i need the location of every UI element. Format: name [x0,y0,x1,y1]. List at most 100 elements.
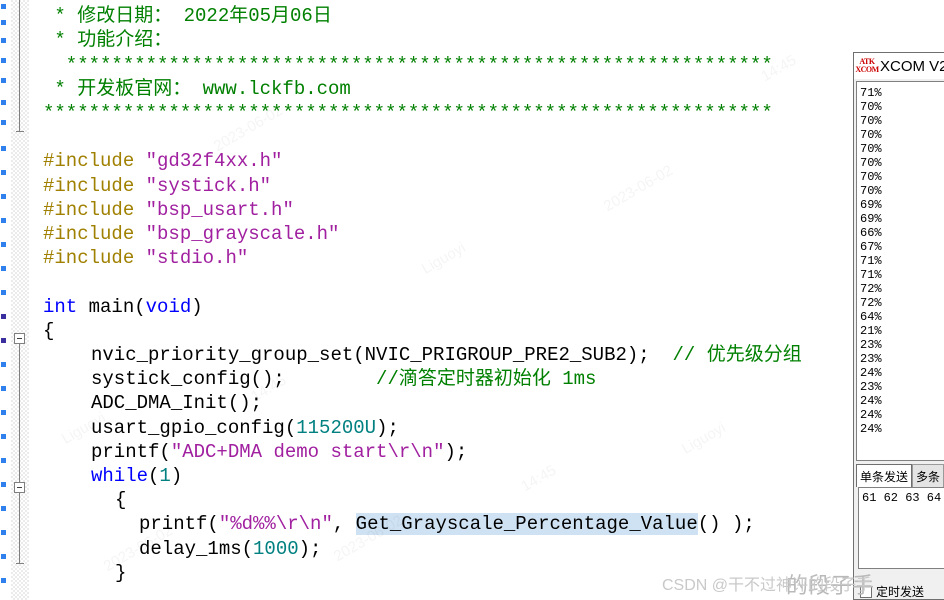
code-token: * 修改日期： 2022年05月06日 [43,5,332,28]
editor-fold-margin[interactable] [11,0,29,600]
code-token: ****************************************… [43,102,773,124]
editor-change-marker [1,100,6,105]
xcom-receive-line: 71% [860,86,882,100]
code-token: "systick.h" [145,174,272,197]
editor-change-marker [1,170,6,175]
code-line: #include "systick.h" [29,174,271,198]
code-token: systick_config(); [91,368,377,391]
xcom-receive-line: 71% [860,254,882,268]
xcom-receive-line: 70% [860,114,882,128]
editor-change-marker [1,314,6,319]
xcom-receive-line: 70% [860,184,882,198]
fold-tick [16,563,24,564]
code-token: 115200U [296,416,377,439]
xcom-receive-area[interactable]: 71% 70% 70% 70% 70% 70% 70% 70% 69% 69% 66% 67% 71% 7… [856,81,944,461]
xcom-receive-line: 69% [860,212,882,226]
code-token: main [77,295,135,318]
code-line: #include "gd32f4xx.h" [29,149,282,173]
code-line: usart_gpio_config(115200U); [29,416,399,440]
code-token: * 开发板官网： www.lckfb.com [43,77,351,100]
xcom-receive-line: 24% [860,394,882,408]
xcom-receive-line: 23% [860,338,882,352]
editor-change-marker [1,482,6,487]
code-line: ****************************************… [29,53,773,77]
xcom-tab-0[interactable]: 单条发送 [856,464,913,487]
code-token: { [43,319,55,342]
code-token: "ADC+DMA demo start\r\n" [170,440,445,463]
code-line: * 功能介绍： [29,28,172,52]
xcom-window-title: XCOM V2 [880,57,944,75]
editor-change-marker [1,530,6,535]
fold-tick [16,131,24,132]
code-line: { [29,488,126,512]
code-token: #include [43,247,146,270]
xcom-receive-line: 70% [860,156,882,170]
fold-box-while[interactable] [14,482,25,493]
editor-change-marker [1,194,6,199]
code-token: ADC_DMA_Init(); [91,392,263,415]
code-editor[interactable]: * 修改作者： LC * 修改日期： 2022年05月06日 * 功能介绍： *… [0,0,944,600]
xcom-receive-line: 70% [860,100,882,114]
code-token: { [115,489,127,512]
xcom-receive-line: 72% [860,282,882,296]
code-line: #include "stdio.h" [29,246,248,270]
code-token: #include [43,174,146,197]
code-token: "stdio.h" [145,247,249,270]
editor-change-marker [1,362,6,367]
xcom-receive-line: 70% [860,170,882,184]
editor-change-marker [1,146,6,151]
editor-marker-margin [0,0,11,600]
xcom-receive-line: 23% [860,380,882,394]
selected-identifier: Get_Grayscale_Percentage_Value [355,513,698,536]
editor-change-marker [1,554,6,559]
editor-change-marker [1,506,6,511]
xcom-receive-line: 64% [860,310,882,324]
code-line: while(1) [29,464,182,488]
editor-change-marker [1,434,6,439]
fold-box-main[interactable] [14,333,25,344]
code-token: usart_gpio_config( [91,416,297,439]
xcom-titlebar[interactable]: ATK XCOM XCOM V2 [854,53,944,79]
code-line: int main(void) [29,295,203,319]
atk-logo-bottom: XCOM [855,65,879,74]
code-token: * 功能介绍： [43,29,173,52]
xcom-tab-1[interactable]: 多条 [912,464,944,487]
code-token: ( [134,295,146,318]
xcom-receive-line: 21% [860,324,882,338]
code-token: nvic_priority_group_set(NVIC_PRIGROUP_PR… [91,344,662,366]
code-line: ****************************************… [29,101,773,125]
code-token: , [332,513,356,536]
code-token: } [115,561,127,584]
code-token: "gd32f4xx.h" [145,150,283,173]
code-token: #include [43,198,146,221]
code-line: { [29,319,54,343]
code-line: printf("%d%%\r\n", Get_Grayscale_Percent… [29,512,755,536]
code-line: #include "bsp_usart.h" [29,198,294,222]
xcom-receive-line: 66% [860,226,882,240]
code-token: printf( [139,513,219,536]
editor-change-marker [1,38,6,43]
code-line: } [29,561,126,585]
xcom-receive-line: 70% [860,128,882,142]
xcom-receive-line: 67% [860,240,882,254]
csdn-watermark: CSDN @干不过神评的段子手 [661,577,872,594]
code-token: delay_1ms( [139,537,254,560]
atk-xcom-logo-icon: ATK XCOM [855,57,879,75]
xcom-receive-line: 24% [860,422,882,436]
code-token: "%d%%\r\n" [218,513,333,536]
xcom-receive-line: 24% [860,366,882,380]
editor-change-marker [1,266,6,271]
code-line: systick_config(); //滴答定时器初始化 1ms [29,367,596,391]
xcom-send-input[interactable]: 61 62 63 64 6 [858,487,944,569]
code-token: "bsp_grayscale.h" [145,223,340,245]
xcom-receive-line: 23% [860,352,882,366]
xcom-serial-window[interactable]: ATK XCOM XCOM V2 71% 70% 70% 70% 70% 70% 70% 70… [853,52,944,600]
xcom-send-tabs[interactable]: 单条发送 多条 [856,464,944,487]
code-token: while [91,465,149,487]
code-line: #include "bsp_grayscale.h" [29,222,339,246]
editor-change-marker [1,386,6,391]
code-text-area[interactable]: * 修改作者： LC * 修改日期： 2022年05月06日 * 功能介绍： *… [29,0,944,600]
editor-change-marker [1,338,6,343]
xcom-receive-line: 24% [860,408,882,422]
code-token: ****************************************… [43,53,773,76]
